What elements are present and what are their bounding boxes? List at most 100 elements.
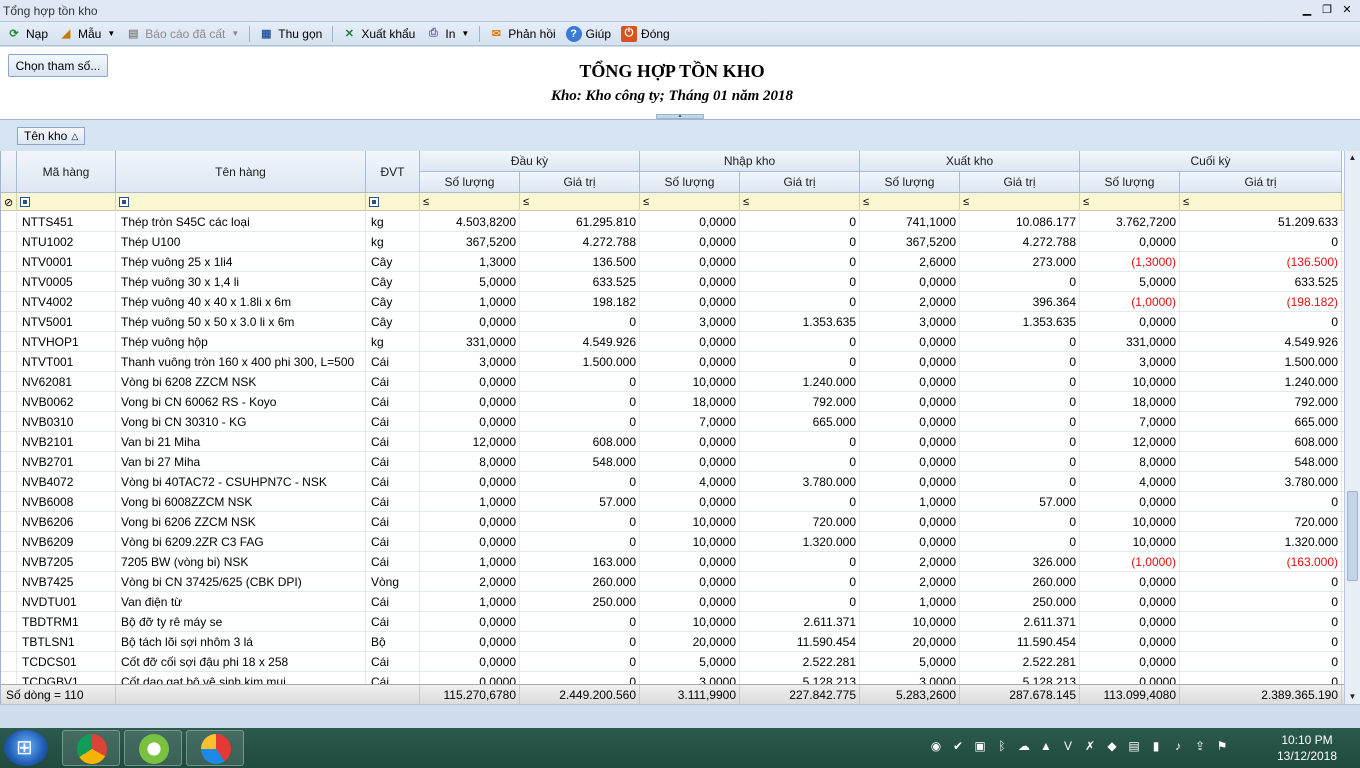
table-row[interactable]: NVB6008 Vong bi 6008ZZCM NSK Cái 1,0000 57.0… bbox=[1, 492, 1344, 512]
row-indicator[interactable] bbox=[1, 532, 17, 552]
saved-report-button[interactable]: ▤ Báo cáo đã cất ▼ bbox=[125, 26, 239, 42]
row-indicator[interactable] bbox=[1, 212, 17, 232]
row-indicator[interactable] bbox=[1, 552, 17, 572]
col-header-value[interactable]: Giá trị bbox=[520, 172, 640, 193]
table-row[interactable]: NVB7425 Vòng bi CN 37425/625 (CBK DPI) Vòn… bbox=[1, 572, 1344, 592]
filter-clear-icon[interactable]: ⊘ bbox=[1, 193, 17, 211]
col-group-import[interactable]: Nhập kho bbox=[640, 151, 860, 172]
tray-app-icon[interactable]: ▤ bbox=[1126, 738, 1142, 754]
col-header-qty[interactable]: Số lượng bbox=[1080, 172, 1180, 193]
col-header-name[interactable]: Tên hàng bbox=[116, 151, 366, 193]
scroll-down-icon[interactable]: ▼ bbox=[1345, 690, 1360, 704]
col-header-unit[interactable]: ĐVT bbox=[366, 151, 420, 193]
taskbar-clock[interactable]: 10:10 PM 13/12/2018 bbox=[1268, 732, 1346, 764]
col-group-closing[interactable]: Cuối kỳ bbox=[1080, 151, 1342, 172]
chevron-down-icon[interactable]: ▼ bbox=[107, 29, 115, 38]
col-header-qty[interactable]: Số lượng bbox=[640, 172, 740, 193]
table-row[interactable]: NVB2701 Van bi 27 Miha Cái 8,0000 548.000 0,0… bbox=[1, 452, 1344, 472]
volume-icon[interactable]: ♪ bbox=[1170, 738, 1186, 754]
vertical-scrollbar[interactable]: ▲ ▼ bbox=[1344, 151, 1360, 704]
row-indicator[interactable] bbox=[1, 292, 17, 312]
table-row[interactable]: TCDCS01 Cốt đỡ cối sợi đậu phi 18 x 258 Cá… bbox=[1, 652, 1344, 672]
filter-cell[interactable]: ≤ bbox=[740, 193, 860, 211]
col-header-qty[interactable]: Số lượng bbox=[420, 172, 520, 193]
table-row[interactable]: NVB0062 Vong bi CN 60062 RS - Koyo Cái 0,00… bbox=[1, 392, 1344, 412]
filter-cell[interactable]: ≤ bbox=[1080, 193, 1180, 211]
filter-cell[interactable]: ≤ bbox=[860, 193, 960, 211]
row-indicator[interactable] bbox=[1, 672, 17, 684]
table-row[interactable]: NVB7205 7205 BW (vòng bi) NSK Cái 1,0000 163… bbox=[1, 552, 1344, 572]
filter-cell[interactable] bbox=[116, 193, 366, 211]
row-indicator[interactable] bbox=[1, 232, 17, 252]
dropbox-icon[interactable]: ◆ bbox=[1104, 738, 1120, 754]
filter-cell[interactable]: ≤ bbox=[640, 193, 740, 211]
tray-app-icon[interactable]: ▣ bbox=[972, 738, 988, 754]
scroll-thumb[interactable] bbox=[1347, 491, 1358, 581]
tray-cloud-icon[interactable]: ☁ bbox=[1016, 738, 1032, 754]
template-button[interactable]: ◢ Mẫu ▼ bbox=[58, 26, 116, 42]
row-indicator[interactable] bbox=[1, 352, 17, 372]
filter-cell[interactable] bbox=[17, 193, 116, 211]
row-indicator[interactable] bbox=[1, 572, 17, 592]
row-indicator[interactable] bbox=[1, 372, 17, 392]
col-group-export[interactable]: Xuất kho bbox=[860, 151, 1080, 172]
table-row[interactable]: NTV4002 Thép vuông 40 x 40 x 1.8li x 6m Câ… bbox=[1, 292, 1344, 312]
minimize-icon[interactable]: ▁ bbox=[1300, 2, 1314, 18]
col-header-value[interactable]: Giá trị bbox=[960, 172, 1080, 193]
table-row[interactable]: NVB4072 Vòng bi 40TAC72 - CSUHPN7C - NSK C… bbox=[1, 472, 1344, 492]
col-header-qty[interactable]: Số lượng bbox=[860, 172, 960, 193]
table-row[interactable]: NVB6206 Vong bi 6206 ZZCM NSK Cái 0,0000 0 10… bbox=[1, 512, 1344, 532]
filter-operator-icon[interactable] bbox=[369, 197, 379, 207]
filter-cell[interactable]: ≤ bbox=[1180, 193, 1342, 211]
filter-cell[interactable]: ≤ bbox=[420, 193, 520, 211]
filter-operator-icon[interactable] bbox=[20, 197, 30, 207]
table-row[interactable]: NTV0001 Thép vuông 25 x 1li4 Cây 1,3000 136.… bbox=[1, 252, 1344, 272]
row-indicator[interactable] bbox=[1, 452, 17, 472]
col-header-value[interactable]: Giá trị bbox=[1180, 172, 1342, 193]
table-row[interactable]: NTV0005 Thép vuông 30 x 1,4 li Cây 5,0000 63… bbox=[1, 272, 1344, 292]
collapse-button[interactable]: ▦ Thu gọn bbox=[258, 26, 322, 42]
filter-cell[interactable]: ≤ bbox=[960, 193, 1080, 211]
chevron-down-icon[interactable]: ▼ bbox=[461, 29, 469, 38]
table-row[interactable]: NTVT001 Thanh vuông tròn 160 x 400 phi 30… bbox=[1, 352, 1344, 372]
scroll-up-icon[interactable]: ▲ bbox=[1345, 151, 1360, 165]
col-header-code[interactable]: Mã hàng bbox=[17, 151, 116, 193]
taskbar-app-coccoc[interactable] bbox=[124, 730, 182, 766]
taskbar-app-chrome[interactable] bbox=[62, 730, 120, 766]
row-indicator[interactable] bbox=[1, 472, 17, 492]
feedback-button[interactable]: ✉ Phản hồi bbox=[488, 26, 556, 42]
tray-app-icon[interactable]: ◉ bbox=[928, 738, 944, 754]
table-row[interactable]: TBDTRM1 Bộ đỡ ty rê máy se Cái 0,0000 0 10,00… bbox=[1, 612, 1344, 632]
row-indicator[interactable] bbox=[1, 612, 17, 632]
row-indicator[interactable] bbox=[1, 332, 17, 352]
row-indicator[interactable] bbox=[1, 652, 17, 672]
table-row[interactable]: NV62081 Vòng bi 6208 ZZCM NSK Cái 0,0000 0 10… bbox=[1, 372, 1344, 392]
reload-button[interactable]: ⟳ Nạp bbox=[6, 26, 48, 42]
table-row[interactable]: TCDGBV1 Cốt dao gạt bộ vệ sinh kim mui Cái… bbox=[1, 672, 1344, 684]
taskbar-app-misa[interactable] bbox=[186, 730, 244, 766]
row-indicator[interactable] bbox=[1, 252, 17, 272]
table-row[interactable]: NTTS451 Thép tròn S45C các loại kg 4.503,82… bbox=[1, 212, 1344, 232]
bluetooth-icon[interactable]: ᛒ bbox=[994, 738, 1010, 754]
filter-operator-icon[interactable] bbox=[119, 197, 129, 207]
upload-icon[interactable]: ⇪ bbox=[1192, 738, 1208, 754]
signal-icon[interactable]: ▮ bbox=[1148, 738, 1164, 754]
tray-check-icon[interactable]: ✔ bbox=[950, 738, 966, 754]
row-indicator[interactable] bbox=[1, 512, 17, 532]
table-row[interactable]: NVB2101 Van bi 21 Miha Cái 12,0000 608.000 0,… bbox=[1, 432, 1344, 452]
table-row[interactable]: NVB6209 Vòng bi 6209.2ZR C3 FAG Cái 0,0000 0… bbox=[1, 532, 1344, 552]
row-indicator[interactable] bbox=[1, 592, 17, 612]
table-row[interactable]: NTVHOP1 Thép vuông hộp kg 331,0000 4.549.926… bbox=[1, 332, 1344, 352]
tray-v-icon[interactable]: V bbox=[1060, 738, 1076, 754]
print-button[interactable]: ⎙ In ▼ bbox=[425, 26, 469, 42]
filter-cell[interactable] bbox=[366, 193, 420, 211]
start-button[interactable] bbox=[4, 730, 48, 766]
row-indicator[interactable] bbox=[1, 432, 17, 452]
table-row[interactable]: NTV5001 Thép vuông 50 x 50 x 3.0 li x 6m C… bbox=[1, 312, 1344, 332]
help-button[interactable]: ? Giúp bbox=[565, 25, 611, 42]
chevron-down-icon[interactable]: ▼ bbox=[231, 29, 239, 38]
col-header-value[interactable]: Giá trị bbox=[740, 172, 860, 193]
table-row[interactable]: NVDTU01 Van điện từ Cái 1,0000 250.000 0,0000… bbox=[1, 592, 1344, 612]
tray-flag-icon[interactable]: ⚑ bbox=[1214, 738, 1230, 754]
row-indicator[interactable] bbox=[1, 632, 17, 652]
